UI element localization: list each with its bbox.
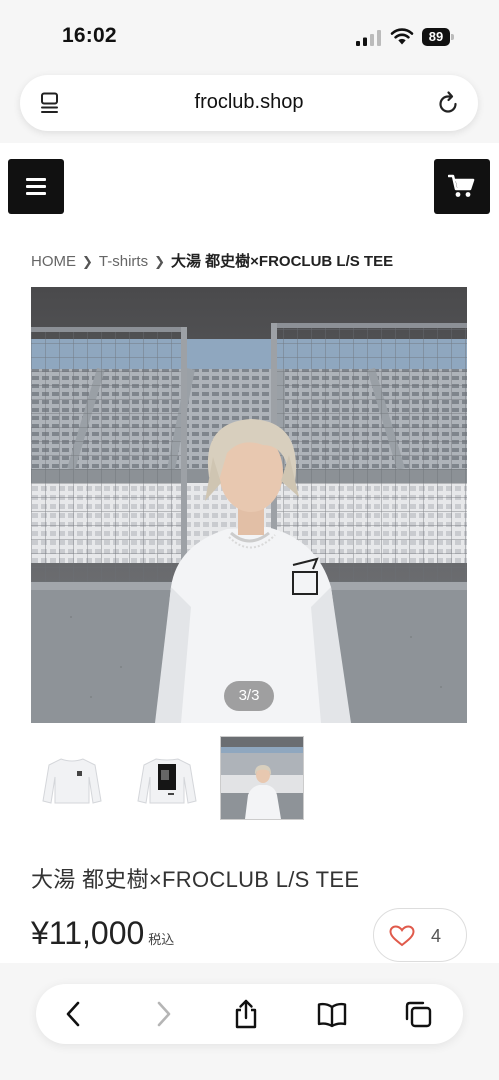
share-icon[interactable] <box>230 998 262 1030</box>
status-bar: 16:02 89 <box>0 0 499 70</box>
cart-button[interactable] <box>434 159 490 214</box>
breadcrumb-home[interactable]: HOME <box>31 253 76 270</box>
chevron-right-icon: ❯ <box>154 254 165 269</box>
address-bar[interactable]: froclub.shop <box>20 75 478 131</box>
battery-level: 89 <box>422 28 450 46</box>
status-time: 16:02 <box>62 24 117 47</box>
toolbar-pill <box>36 984 463 1044</box>
wifi-icon <box>390 28 414 45</box>
model-photo-thumbnail <box>221 737 303 819</box>
heart-icon <box>389 925 415 947</box>
breadcrumb: HOME ❯ T-shirts ❯ 大湯 都史樹×FROCLUB L/S TEE <box>31 250 393 271</box>
thumbnail-3[interactable] <box>220 736 304 820</box>
menu-button[interactable] <box>8 159 64 214</box>
battery-icon: 89 <box>422 28 454 46</box>
cellular-signal-icon <box>356 30 381 46</box>
price-value: ¥11,000 <box>31 915 145 951</box>
chevron-right-icon: ❯ <box>82 254 93 269</box>
model-photo <box>31 287 467 723</box>
tax-label: 税込 <box>148 932 175 947</box>
thumbnail-2[interactable] <box>126 737 208 819</box>
shopping-cart-icon <box>448 174 475 197</box>
favorite-count: 4 <box>431 926 442 946</box>
white-longsleeve-front-image <box>31 737 113 819</box>
image-counter: 3/3 <box>224 681 274 711</box>
breadcrumb-current: 大湯 都史樹×FROCLUB L/S TEE <box>170 253 394 270</box>
breadcrumb-category[interactable]: T-shirts <box>99 253 148 270</box>
hamburger-menu-icon <box>26 178 46 181</box>
book-icon[interactable] <box>316 998 348 1030</box>
reload-icon[interactable] <box>436 90 460 116</box>
favorite-button[interactable]: 4 <box>373 908 467 962</box>
web-page: HOME ❯ T-shirts ❯ 大湯 都史樹×FROCLUB L/S TEE <box>0 143 499 963</box>
thumbnail-1[interactable] <box>31 737 113 819</box>
product-main-image[interactable]: 3/3 <box>31 287 467 723</box>
tabs-icon[interactable] <box>402 998 434 1030</box>
url-text[interactable]: froclub.shop <box>20 91 478 114</box>
browser-toolbar <box>0 963 499 1080</box>
product-price: ¥11,000 税込 <box>31 915 174 952</box>
product-title: 大湯 都史樹×FROCLUB L/S TEE <box>31 867 360 892</box>
back-chevron-icon[interactable] <box>58 998 90 1030</box>
white-longsleeve-back-image <box>126 737 208 819</box>
forward-chevron-icon <box>157 1001 171 1027</box>
